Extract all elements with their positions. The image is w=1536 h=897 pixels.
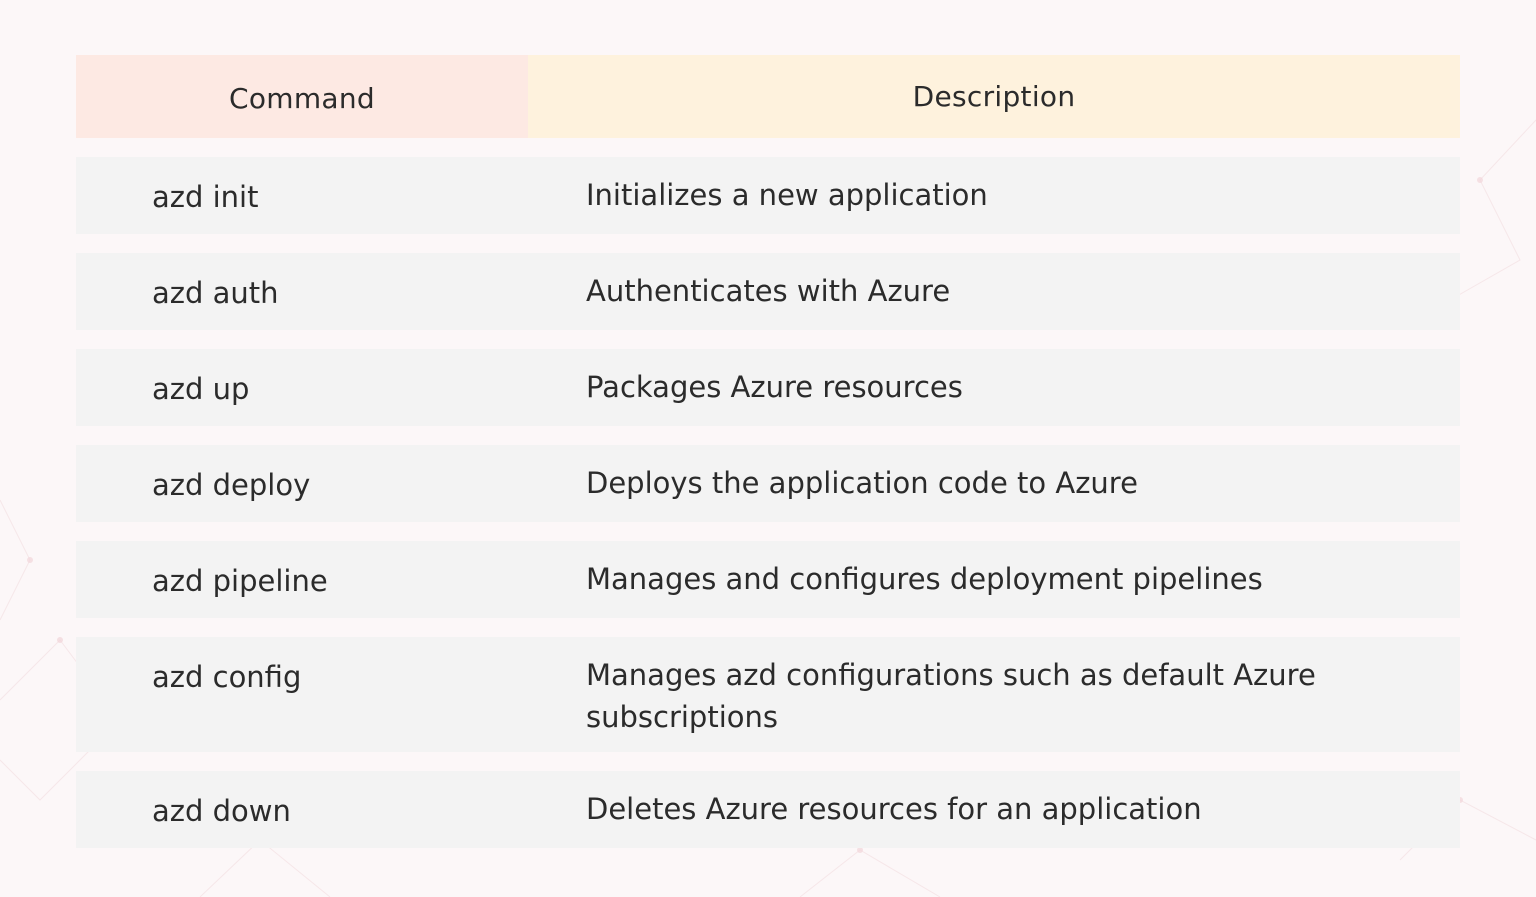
- table-row: azd down Deletes Azure resources for an …: [76, 771, 1460, 848]
- table-row: azd config Manages azd configurations su…: [76, 637, 1460, 752]
- commands-table: Command Description azd init Initializes…: [76, 55, 1460, 848]
- command-cell: azd deploy: [152, 468, 311, 502]
- command-cell: azd down: [152, 794, 291, 828]
- table-row: azd init Initializes a new application: [76, 157, 1460, 234]
- description-cell: Deletes Azure resources for an applicati…: [586, 792, 1202, 826]
- command-cell: azd auth: [152, 276, 279, 310]
- command-cell: azd pipeline: [152, 564, 328, 598]
- command-cell: azd config: [152, 660, 302, 694]
- description-cell: Manages and configures deployment pipeli…: [586, 562, 1263, 596]
- description-cell: Deploys the application code to Azure: [586, 466, 1138, 500]
- description-cell: Manages azd configurations such as defau…: [586, 658, 1316, 734]
- description-column-header: Description: [528, 55, 1460, 138]
- description-cell: Authenticates with Azure: [586, 274, 951, 308]
- command-column-header: Command: [76, 55, 528, 138]
- table-row: azd up Packages Azure resources: [76, 349, 1460, 426]
- table-row: azd pipeline Manages and configures depl…: [76, 541, 1460, 618]
- table-row: azd auth Authenticates with Azure: [76, 253, 1460, 330]
- table-header-row: Command Description: [76, 55, 1460, 138]
- description-cell: Packages Azure resources: [586, 370, 963, 404]
- command-cell: azd up: [152, 372, 250, 406]
- command-cell: azd init: [152, 180, 259, 214]
- table-row: azd deploy Deploys the application code …: [76, 445, 1460, 522]
- description-cell: Initializes a new application: [586, 178, 988, 212]
